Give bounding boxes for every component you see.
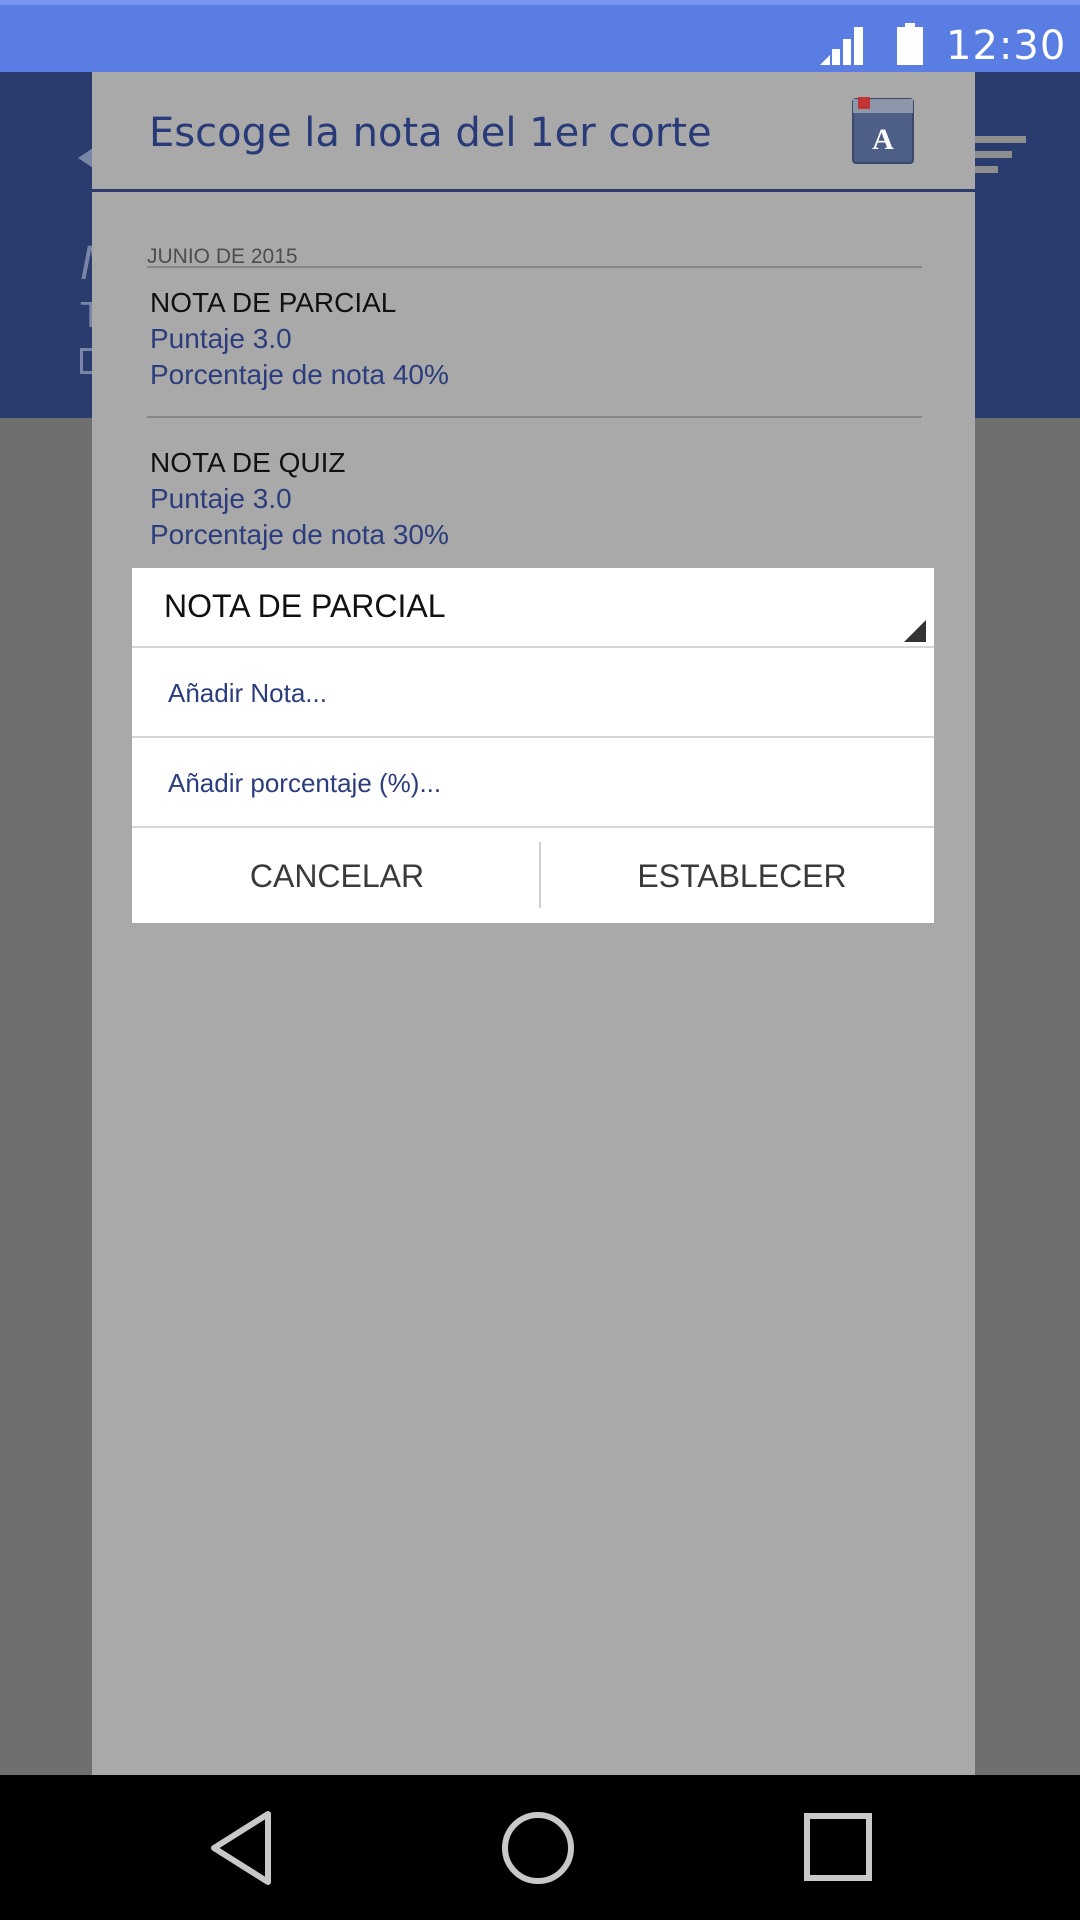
add-grade-dialog: NOTA DE PARCIAL Añadir Nota... Añadir po… bbox=[132, 568, 934, 923]
entry-divider bbox=[147, 416, 922, 418]
dialog-title-divider bbox=[92, 189, 975, 192]
percent-input-placeholder: Añadir porcentaje (%)... bbox=[168, 768, 442, 798]
home-nav-icon[interactable] bbox=[500, 1810, 576, 1886]
entry-score: Puntaje 3.0 bbox=[150, 483, 292, 514]
dropdown-corner-icon bbox=[904, 620, 926, 642]
note-input[interactable]: Añadir Nota... bbox=[132, 648, 934, 738]
entry-score: Puntaje 3.0 bbox=[150, 323, 292, 354]
grade-picker-dialog: Escoge la nota del 1er corte A JUNIO DE … bbox=[92, 72, 975, 1775]
status-clock: 12:30 bbox=[946, 23, 1067, 69]
establish-button[interactable]: ESTABLECER bbox=[542, 830, 942, 923]
list-item[interactable]: NOTA DE QUIZ Puntaje 3.0 Porcentaje de n… bbox=[150, 445, 449, 553]
svg-text:A: A bbox=[872, 123, 894, 156]
entry-title: NOTA DE PARCIAL bbox=[150, 287, 397, 318]
percent-input[interactable]: Añadir porcentaje (%)... bbox=[132, 738, 934, 828]
sort-menu-icon bbox=[968, 136, 1026, 173]
actions-divider bbox=[539, 842, 541, 908]
dialog-actions: CANCELAR ESTABLECER bbox=[132, 830, 934, 923]
dialog-title: Escoge la nota del 1er corte bbox=[149, 110, 712, 156]
grade-type-select[interactable]: NOTA DE PARCIAL bbox=[132, 568, 934, 648]
entry-percent: Porcentaje de nota 40% bbox=[150, 359, 449, 390]
status-bar: 12:30 bbox=[0, 0, 1080, 72]
list-item[interactable]: NOTA DE PARCIAL Puntaje 3.0 Porcentaje d… bbox=[150, 285, 449, 393]
entry-percent: Porcentaje de nota 30% bbox=[150, 519, 449, 550]
grade-type-selected: NOTA DE PARCIAL bbox=[164, 588, 446, 624]
notebook-icon: A bbox=[852, 97, 914, 164]
recents-nav-icon[interactable] bbox=[804, 1813, 872, 1881]
battery-icon bbox=[897, 23, 923, 65]
section-divider bbox=[147, 266, 922, 268]
cancel-button[interactable]: CANCELAR bbox=[137, 830, 537, 923]
back-nav-icon[interactable] bbox=[208, 1810, 274, 1886]
signal-icon bbox=[820, 27, 863, 65]
note-input-placeholder: Añadir Nota... bbox=[168, 678, 327, 708]
navigation-bar bbox=[0, 1775, 1080, 1920]
entry-title: NOTA DE QUIZ bbox=[150, 447, 346, 478]
